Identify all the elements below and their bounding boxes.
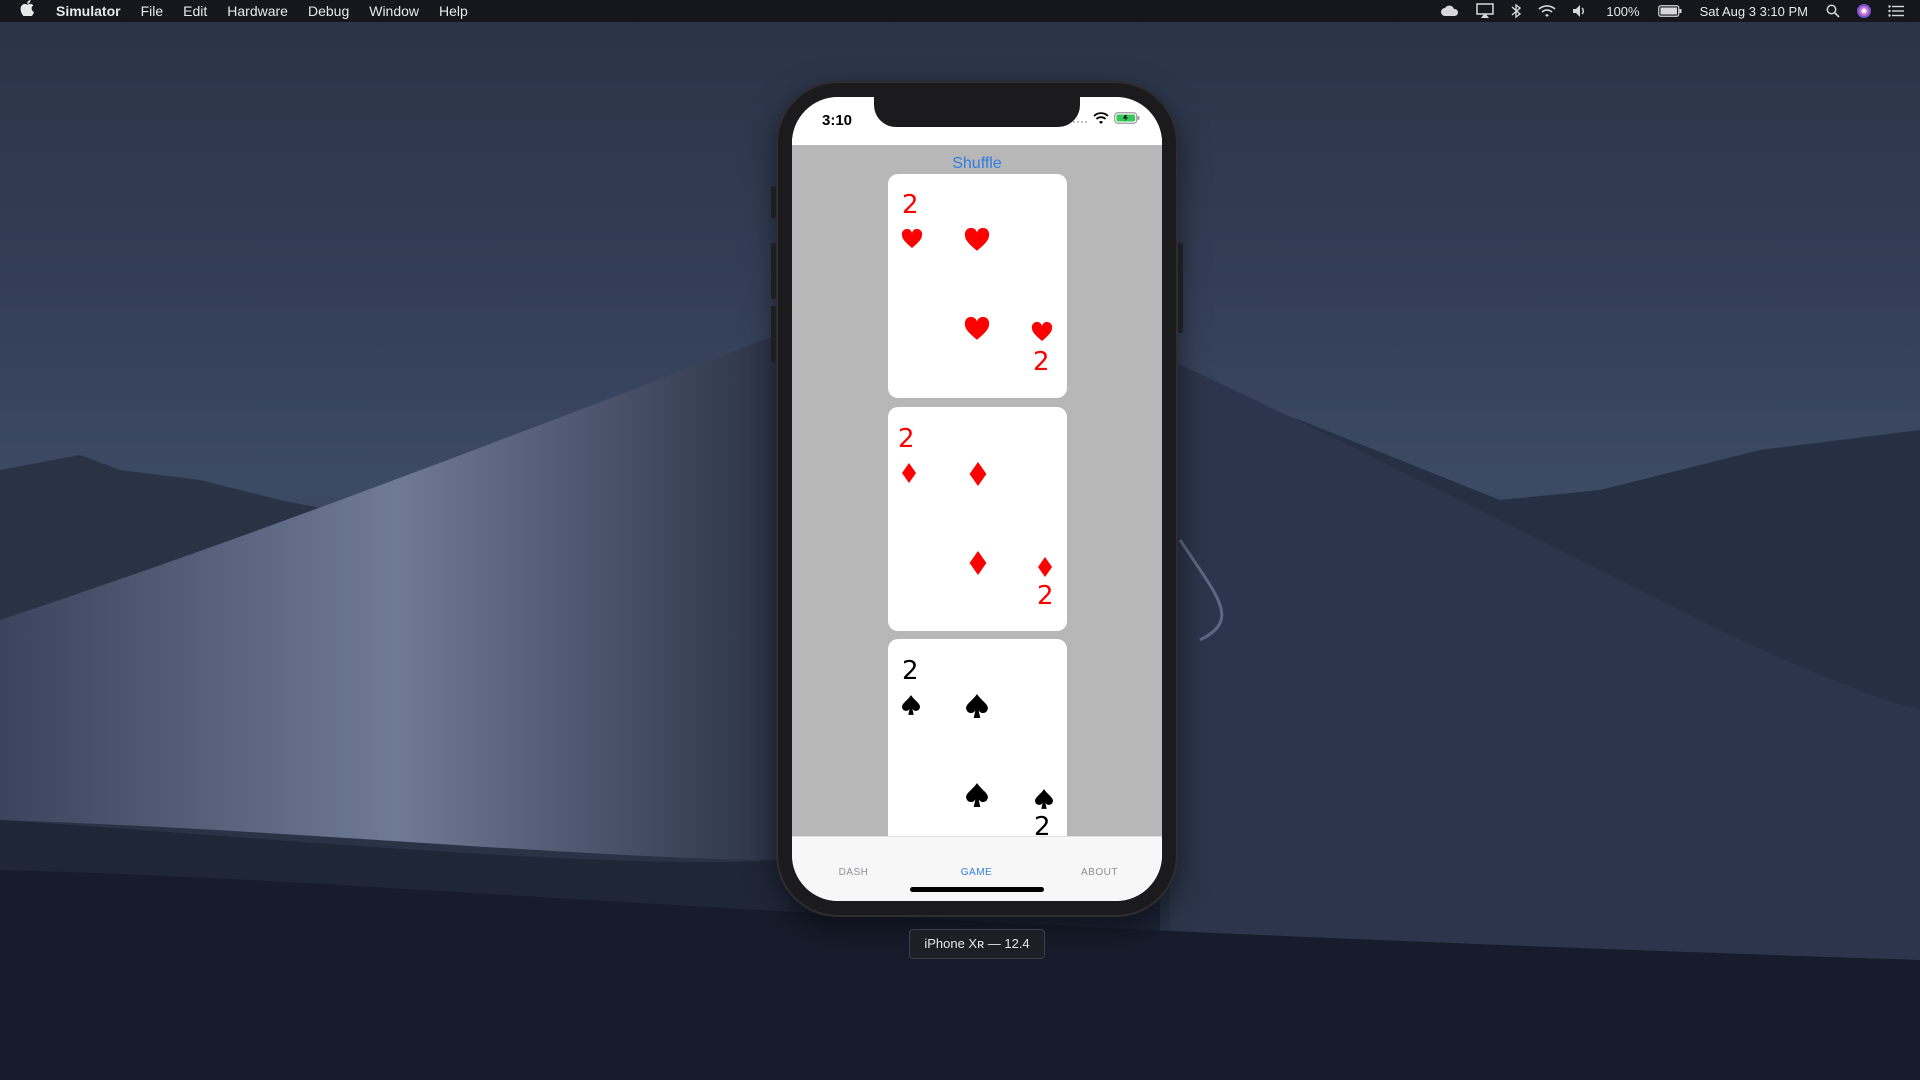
volume-icon[interactable] [1564, 4, 1596, 18]
menu-clock[interactable]: Sat Aug 3 3:10 PM [1690, 4, 1818, 19]
spade-icon [966, 694, 988, 718]
battery-icon[interactable] [1650, 5, 1690, 17]
heart-icon [964, 317, 990, 340]
cellular-signal-icon [1072, 111, 1088, 129]
menu-hardware[interactable]: Hardware [217, 0, 298, 22]
card-rank-top: 2 [898, 424, 915, 454]
diamond-icon [1038, 557, 1052, 577]
card-two-of-spades[interactable]: 2 2 [888, 639, 1067, 836]
creative-cloud-icon[interactable] [1432, 5, 1468, 17]
tab-dash[interactable]: DASH [792, 867, 915, 878]
heart-icon [901, 229, 923, 248]
ios-status-bar: 3:10 [792, 97, 1162, 145]
home-indicator[interactable] [910, 887, 1044, 892]
battery-status-icon [1114, 111, 1140, 129]
menu-file[interactable]: File [131, 0, 174, 22]
heart-icon [1031, 322, 1053, 341]
diamond-icon [902, 463, 916, 483]
card-rank-bottom: 2 [1033, 347, 1050, 377]
diamond-icon [969, 462, 987, 486]
menu-extras: 100% Sat Aug 3 3:10 PM [1432, 0, 1912, 22]
card-two-of-hearts[interactable]: 2 2 [888, 174, 1067, 398]
spade-icon [966, 783, 988, 807]
apple-menu-icon[interactable] [0, 0, 46, 22]
side-power-button[interactable] [1178, 243, 1183, 333]
menu-edit[interactable]: Edit [173, 0, 217, 22]
card-two-of-diamonds[interactable]: 2 2 [888, 407, 1067, 631]
card-rank-top: 2 [902, 190, 919, 220]
card-rank-top: 2 [902, 656, 919, 686]
menu-bar: Simulator File Edit Hardware Debug Windo… [0, 0, 1920, 22]
wifi-status-icon [1093, 111, 1109, 129]
shuffle-button[interactable]: Shuffle [792, 155, 1162, 173]
spade-icon [902, 695, 920, 715]
bluetooth-icon[interactable] [1502, 3, 1530, 19]
status-icons [1072, 111, 1140, 129]
game-content-area: Shuffle 2 2 2 2 2 2 [792, 145, 1162, 836]
siri-icon[interactable] [1848, 3, 1880, 19]
iphone-simulator-device: 3:10 Shuffle 2 2 2 2 2 2 DASH GAME ABOUT [771, 81, 1183, 917]
menu-help[interactable]: Help [429, 0, 478, 22]
menu-app-name[interactable]: Simulator [46, 0, 131, 22]
menu-window[interactable]: Window [359, 0, 429, 22]
wifi-icon[interactable] [1530, 4, 1564, 18]
menu-debug[interactable]: Debug [298, 0, 359, 22]
status-time: 3:10 [822, 112, 853, 129]
tab-game[interactable]: GAME [915, 867, 1038, 878]
mute-switch[interactable] [771, 186, 776, 218]
device-screen: 3:10 Shuffle 2 2 2 2 2 2 DASH GAME ABOUT [792, 97, 1162, 901]
card-rank-bottom: 2 [1037, 581, 1054, 611]
airplay-icon[interactable] [1468, 3, 1502, 19]
diamond-icon [969, 551, 987, 575]
notification-center-icon[interactable] [1880, 5, 1912, 17]
device-notch [874, 97, 1080, 127]
spotlight-search-icon[interactable] [1818, 4, 1848, 18]
battery-percent: 100% [1606, 3, 1640, 19]
volume-up-button[interactable] [771, 243, 776, 299]
simulator-device-label: iPhone Xʀ — 12.4 [909, 929, 1045, 959]
tab-about[interactable]: ABOUT [1038, 867, 1161, 878]
spade-icon [1035, 789, 1053, 809]
heart-icon [964, 228, 990, 251]
card-rank-bottom: 2 [1034, 812, 1051, 836]
volume-down-button[interactable] [771, 306, 776, 362]
